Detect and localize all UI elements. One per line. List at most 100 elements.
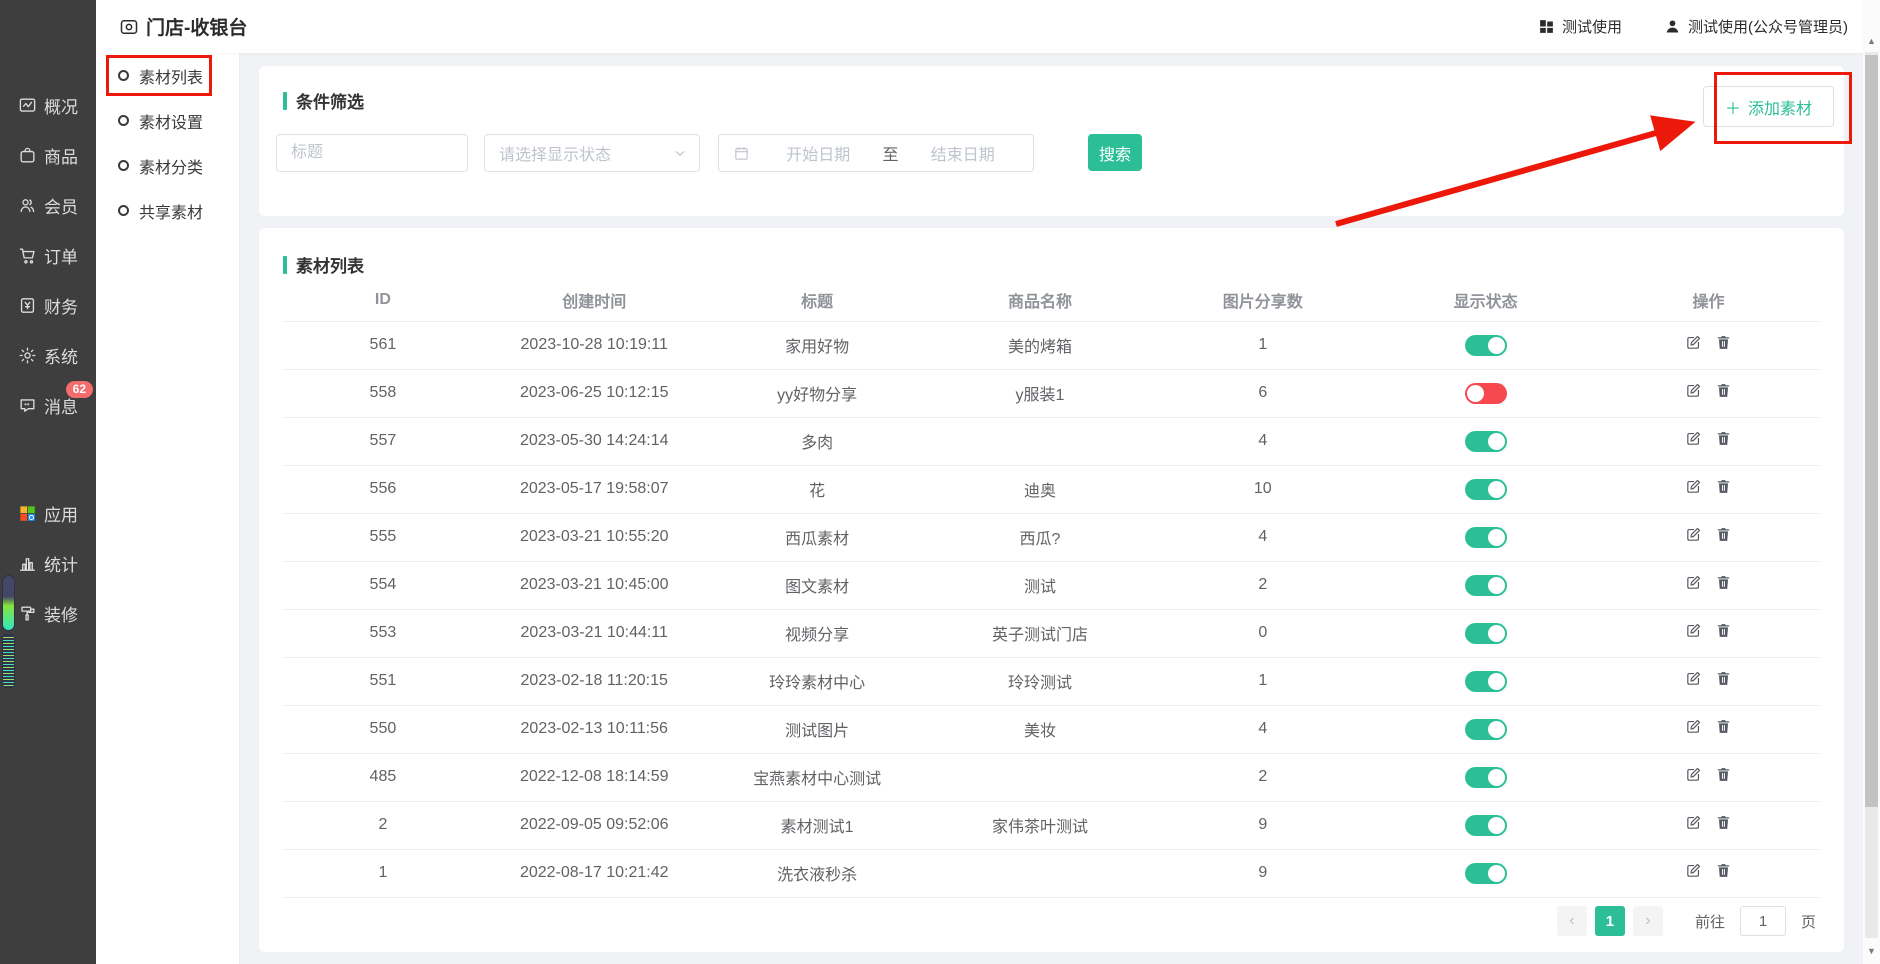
add-material-button[interactable]: ＋ 添加素材	[1703, 86, 1834, 127]
visibility-toggle[interactable]	[1465, 863, 1507, 884]
delete-icon[interactable]	[1715, 478, 1732, 495]
delete-icon[interactable]	[1715, 430, 1732, 447]
visibility-toggle[interactable]	[1465, 767, 1507, 788]
edit-icon[interactable]	[1685, 670, 1702, 687]
system-icon	[18, 346, 37, 365]
goto-page-input[interactable]	[1740, 906, 1786, 936]
visibility-toggle[interactable]	[1465, 479, 1507, 500]
date-separator: 至	[879, 141, 903, 165]
scrollbar-up-arrow-icon[interactable]: ▲	[1863, 36, 1880, 46]
circle-icon	[118, 205, 129, 216]
submenu-item-material-list[interactable]: 素材列表	[96, 53, 239, 98]
circle-icon	[118, 160, 129, 171]
submenu-item-material-category[interactable]: 素材分类	[96, 143, 239, 188]
visibility-toggle[interactable]	[1465, 815, 1507, 836]
delete-icon[interactable]	[1715, 718, 1732, 735]
visibility-toggle[interactable]	[1465, 671, 1507, 692]
main-sidebar: 概况商品会员订单财务系统消息62应用统计装修	[0, 0, 96, 964]
page-unit-label: 页	[1801, 911, 1816, 932]
edit-icon[interactable]	[1685, 478, 1702, 495]
column-header: ID	[283, 280, 483, 321]
edit-icon[interactable]	[1685, 814, 1702, 831]
sidebar-item-message[interactable]: 消息62	[0, 380, 96, 430]
sidebar-item-label: 系统	[44, 343, 78, 368]
delete-icon[interactable]	[1715, 334, 1732, 351]
table-row: 22022-09-05 09:52:06素材测试1家伟茶叶测试9	[283, 801, 1820, 849]
goto-label: 前往	[1695, 911, 1725, 932]
chevron-right-icon: ›	[1645, 912, 1650, 930]
visibility-toggle[interactable]	[1465, 623, 1507, 644]
delete-icon[interactable]	[1715, 862, 1732, 879]
material-list-card: 素材列表 ID创建时间标题商品名称图片分享数显示状态操作 5612023-10-…	[259, 228, 1844, 952]
edit-icon[interactable]	[1685, 334, 1702, 351]
scrollbar-thumb[interactable]	[1865, 55, 1878, 807]
vertical-scrollbar[interactable]: ▲ ▼	[1863, 0, 1880, 964]
sidebar-item-member[interactable]: 会员	[0, 180, 96, 230]
page-title: 门店-收银台	[119, 0, 247, 53]
delete-icon[interactable]	[1715, 382, 1732, 399]
column-header: 操作	[1597, 280, 1820, 321]
title-input[interactable]	[276, 134, 468, 172]
sidebar-item-label: 装修	[44, 601, 78, 626]
pagination: ‹ 1 › 前往 页	[1557, 906, 1816, 936]
workspace-switcher[interactable]: 测试使用	[1538, 16, 1622, 37]
account-menu[interactable]: 测试使用(公众号管理员)	[1664, 16, 1848, 37]
end-date-placeholder: 结束日期	[903, 141, 1024, 165]
sidebar-item-label: 订单	[44, 243, 78, 268]
submenu-item-label: 素材分类	[139, 154, 203, 178]
visibility-toggle[interactable]	[1465, 527, 1507, 548]
cell-title: 花	[706, 465, 929, 513]
sidebar-item-order[interactable]: 订单	[0, 230, 96, 280]
delete-icon[interactable]	[1715, 670, 1732, 687]
visibility-toggle[interactable]	[1465, 719, 1507, 740]
edit-icon[interactable]	[1685, 526, 1702, 543]
submenu-item-material-settings[interactable]: 素材设置	[96, 98, 239, 143]
prev-page-button[interactable]: ‹	[1557, 906, 1587, 936]
next-page-button[interactable]: ›	[1633, 906, 1663, 936]
calendar-icon	[733, 145, 750, 162]
cell-product: 测试	[929, 561, 1152, 609]
sidebar-item-goods[interactable]: 商品	[0, 130, 96, 180]
visibility-toggle[interactable]	[1465, 383, 1507, 404]
date-range-picker[interactable]: 开始日期 至 结束日期	[718, 134, 1034, 172]
edit-icon[interactable]	[1685, 574, 1702, 591]
edit-icon[interactable]	[1685, 382, 1702, 399]
delete-icon[interactable]	[1715, 622, 1732, 639]
cell-shares: 2	[1151, 561, 1374, 609]
visibility-toggle[interactable]	[1465, 575, 1507, 596]
page-1-button[interactable]: 1	[1595, 906, 1625, 936]
edit-icon[interactable]	[1685, 718, 1702, 735]
delete-icon[interactable]	[1715, 526, 1732, 543]
delete-icon[interactable]	[1715, 766, 1732, 783]
delete-icon[interactable]	[1715, 814, 1732, 831]
cell-created: 2022-12-08 18:14:59	[483, 753, 706, 801]
cell-id: 555	[283, 513, 483, 561]
cell-shares: 6	[1151, 369, 1374, 417]
cell-actions	[1597, 801, 1820, 849]
edit-icon[interactable]	[1685, 430, 1702, 447]
cell-shares: 9	[1151, 849, 1374, 897]
visibility-toggle[interactable]	[1465, 335, 1507, 356]
sidebar-item-overview[interactable]: 概况	[0, 80, 96, 130]
filter-row: 请选择显示状态 开始日期 至 结束日期 搜索	[276, 134, 1142, 172]
submenu-item-shared-material[interactable]: 共享素材	[96, 188, 239, 233]
delete-icon[interactable]	[1715, 574, 1732, 591]
search-button[interactable]: 搜索	[1088, 134, 1142, 171]
cell-created: 2023-05-17 19:58:07	[483, 465, 706, 513]
cell-actions	[1597, 417, 1820, 465]
visibility-toggle[interactable]	[1465, 431, 1507, 452]
sidebar-item-apps[interactable]: 应用	[0, 488, 96, 538]
cell-id: 557	[283, 417, 483, 465]
cell-created: 2023-06-25 10:12:15	[483, 369, 706, 417]
scrollbar-down-arrow-icon[interactable]: ▼	[1863, 946, 1880, 956]
sidebar-item-system[interactable]: 系统	[0, 330, 96, 380]
edit-icon[interactable]	[1685, 862, 1702, 879]
edit-icon[interactable]	[1685, 622, 1702, 639]
edit-icon[interactable]	[1685, 766, 1702, 783]
status-select[interactable]: 请选择显示状态	[484, 134, 700, 172]
sidebar-item-finance[interactable]: 财务	[0, 280, 96, 330]
cell-created: 2023-03-21 10:45:00	[483, 561, 706, 609]
cell-product	[929, 753, 1152, 801]
table-row: 5552023-03-21 10:55:20西瓜素材西瓜?4	[283, 513, 1820, 561]
page-title-text: 门店-收银台	[146, 13, 247, 40]
